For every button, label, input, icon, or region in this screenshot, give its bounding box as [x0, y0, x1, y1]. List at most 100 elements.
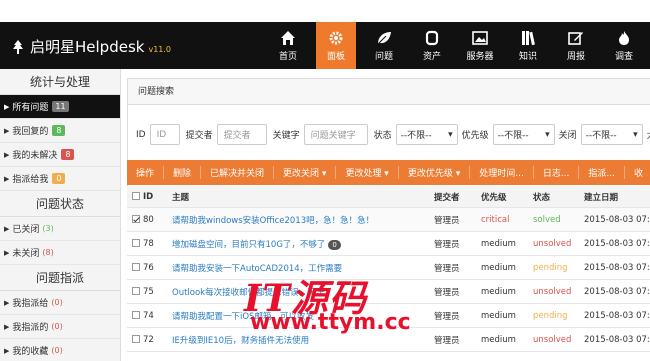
id-label: ID: [136, 129, 146, 140]
sidebar-section-title: 问题指派: [0, 265, 120, 291]
row-status: unsolved: [533, 286, 572, 297]
nav-item-4[interactable]: 服务器: [460, 22, 500, 69]
nav-item-0[interactable]: 首页: [268, 22, 308, 69]
row-status: pending: [533, 262, 568, 273]
submitter-input[interactable]: 提交者: [216, 124, 267, 145]
nav-item-6[interactable]: 周报: [556, 22, 596, 69]
sidebar-item[interactable]: ▶ 我的收藏 (0): [0, 339, 120, 361]
count-badge: 8: [52, 125, 66, 136]
nav-item-3[interactable]: 资产: [412, 22, 452, 69]
sidebar-item-label: 已关闭: [12, 225, 40, 235]
header-priority[interactable]: 优先级: [481, 191, 533, 203]
priority-select-value: --不限--: [497, 131, 529, 141]
closed-select[interactable]: --不限-- ▾: [580, 124, 643, 145]
sidebar-item[interactable]: ▶ 我的未解决 8: [0, 143, 120, 167]
select-all-checkbox[interactable]: [132, 192, 140, 200]
row-date: 2015-08-03 07:53: [584, 214, 650, 225]
toolbar-action[interactable]: 处理时间...: [470, 166, 534, 179]
sidebar-item[interactable]: ▶ 我指派给 (0): [0, 291, 120, 315]
issue-title-link[interactable]: 增加磁盘空间，目前只有10G了，不够了: [172, 240, 325, 250]
item-count: (3): [42, 224, 54, 233]
row-checkbox[interactable]: [132, 263, 140, 271]
row-status: pending: [533, 310, 568, 321]
header-date[interactable]: 建立日期: [584, 191, 650, 203]
row-checkbox-cell: [127, 311, 143, 321]
toolbar-action[interactable]: 已解决并关闭: [201, 166, 275, 179]
count-badge: 11: [52, 101, 69, 112]
row-date: 2015-08-03 07:50: [584, 286, 650, 297]
header-submitter[interactable]: 提交者: [434, 191, 481, 203]
row-checkbox[interactable]: [132, 239, 140, 247]
id-input[interactable]: ID: [149, 124, 180, 145]
row-id: 74: [143, 310, 154, 321]
main-nav: 首页 面板 问题 资产 服务器 知识 周报 调查: [268, 22, 650, 69]
item-count: (0): [51, 346, 63, 355]
nav-item-2[interactable]: 问题: [364, 22, 404, 69]
sidebar-item[interactable]: ▶ 我指派的 (0): [0, 315, 120, 339]
table-row[interactable]: 76 请帮助我安装一下AutoCAD2014，工作需要 管理员 medium pendi…: [127, 256, 650, 280]
sidebar: 统计与处理 ▶ 所有问题 11 ▶ 我回复的 8 ▶ 我的未解决 8 ▶ 指派给我 0 问题状态 ▶ 已关闭(…: [0, 69, 121, 361]
item-count: (0): [51, 298, 63, 307]
watermark-url: www.ttym.cc: [250, 310, 411, 335]
toolbar-action[interactable]: 收: [625, 166, 650, 179]
row-submitter: 管理员: [434, 239, 460, 250]
item-count: (8): [42, 248, 54, 257]
closed-label: 关闭: [558, 131, 577, 141]
row-priority: medium: [481, 334, 516, 345]
toolbar-action[interactable]: 指派...: [579, 166, 625, 179]
status-select-value: --不限--: [400, 131, 432, 141]
issue-title-link[interactable]: 请帮助我windows安装Office2013吧，急！急！急！: [172, 216, 374, 226]
caret-right-icon: ▶: [4, 248, 10, 257]
count-badge: 8: [61, 149, 75, 160]
sidebar-item[interactable]: ▶ 指派给我 0: [0, 167, 120, 191]
row-id: 72: [143, 334, 154, 345]
row-checkbox[interactable]: [132, 287, 140, 295]
row-id: 76: [143, 262, 154, 273]
keyword-label: 关键字: [272, 131, 300, 141]
issue-title-link[interactable]: IE升级到IE10后，财务插件无法使用: [172, 336, 309, 346]
row-checkbox[interactable]: [132, 215, 140, 223]
row-checkbox[interactable]: [132, 311, 140, 319]
toolbar-action[interactable]: 更改优先级 ▾: [399, 166, 471, 179]
table-row[interactable]: 78 增加磁盘空间，目前只有10G了，不够了 0 管理员 medium unsolved 2…: [127, 232, 650, 256]
priority-select[interactable]: --不限-- ▾: [492, 124, 555, 145]
row-checkbox[interactable]: [132, 335, 140, 343]
chevron-down-icon: ▾: [545, 129, 550, 140]
table-row[interactable]: 80 请帮助我windows安装Office2013吧，急！急！急！ 管理员 crit…: [127, 208, 650, 232]
header-status[interactable]: 状态: [533, 191, 584, 203]
image-icon: [472, 30, 488, 45]
nav-item-label: 调查: [614, 51, 633, 62]
sidebar-item[interactable]: ▶ 我回复的 8: [0, 119, 120, 143]
keyword-input[interactable]: 问题关键字: [303, 124, 368, 145]
row-status: unsolved: [533, 238, 572, 249]
nav-item-5[interactable]: 知识: [508, 22, 548, 69]
toolbar-action[interactable]: 删除: [164, 166, 202, 179]
sidebar-item[interactable]: ▶ 已关闭 (3): [0, 217, 120, 241]
toolbar-action[interactable]: 更改处理 ▾: [336, 166, 399, 179]
toolbar-action[interactable]: 日志...: [534, 166, 580, 179]
toolbar-action[interactable]: 更改关闭 ▾: [274, 166, 337, 179]
toolbar-action[interactable]: 操作: [127, 166, 165, 179]
row-submitter: 管理员: [434, 335, 460, 346]
sidebar-item[interactable]: ▶ 未关闭 (8): [0, 241, 120, 265]
sidebar-item[interactable]: ▶ 所有问题 11: [0, 95, 120, 119]
status-select[interactable]: --不限-- ▾: [395, 124, 458, 145]
row-priority: critical: [481, 214, 510, 225]
row-id: 80: [143, 214, 154, 225]
row-id: 78: [143, 238, 154, 249]
nav-item-1[interactable]: 面板: [316, 22, 356, 69]
row-date: 2015-08-03 07:49: [584, 310, 650, 321]
caret-right-icon: ▶: [4, 298, 10, 307]
brand[interactable]: 启明星Helpdesk v11.0: [12, 36, 171, 57]
nav-item-label: 面板: [326, 51, 345, 62]
leaf-icon: [377, 31, 391, 44]
sidebar-section-title: 统计与处理: [0, 69, 120, 95]
nav-item-7[interactable]: 调查: [604, 22, 644, 69]
row-submitter: 管理员: [434, 215, 460, 226]
header-id[interactable]: ID: [143, 192, 172, 202]
header-title[interactable]: 主题: [172, 191, 434, 203]
chevron-down-icon: ▾: [633, 129, 638, 140]
sidebar-item-label: 指派给我: [12, 175, 49, 185]
table-row[interactable]: 75 Outlook每次接收邮件都提示错误，无法 管理员 medium unsolved…: [127, 280, 650, 304]
row-status: unsolved: [533, 334, 572, 345]
